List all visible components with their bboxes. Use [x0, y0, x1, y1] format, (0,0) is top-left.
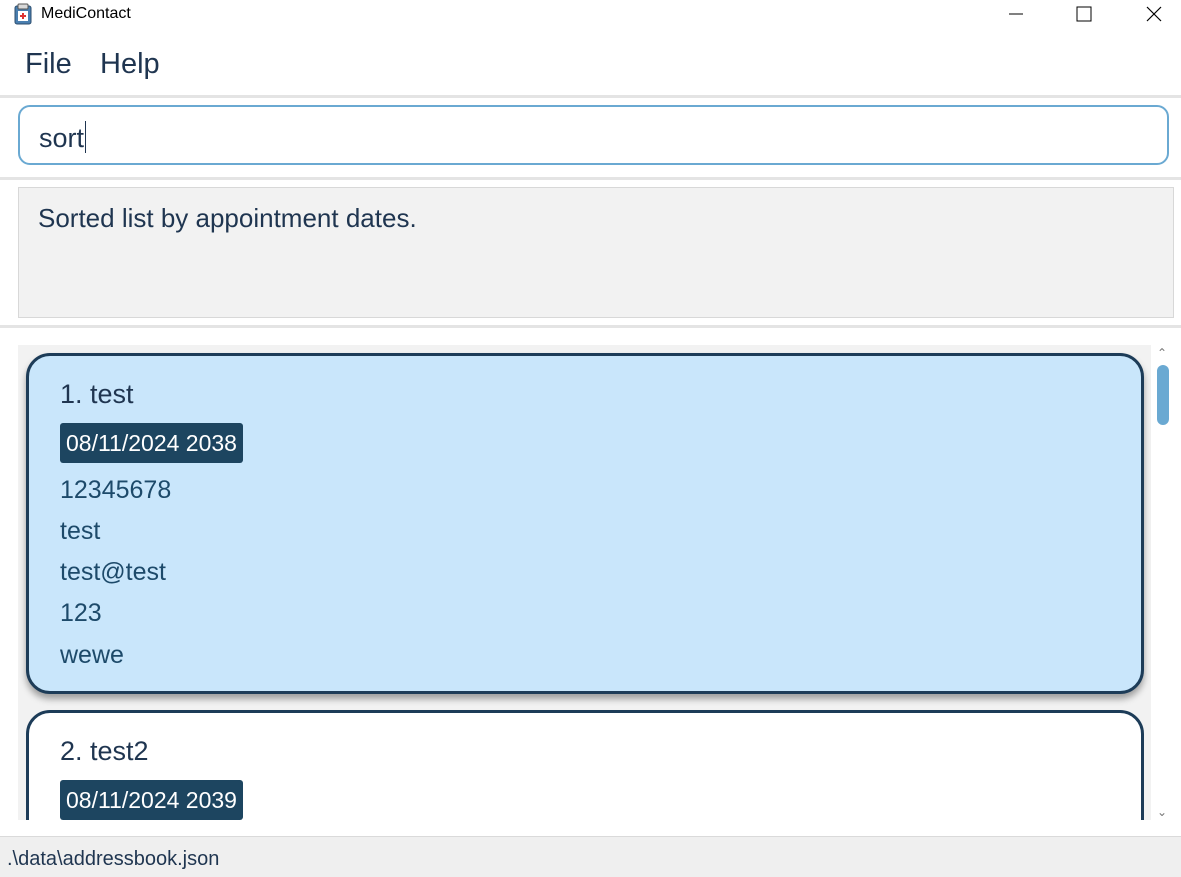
- file-path: .\data\addressbook.json: [7, 848, 220, 870]
- menu-help[interactable]: Help: [100, 48, 160, 81]
- appointment-tag: 08/11/2024 2038: [60, 423, 243, 463]
- contact-email: test@test: [60, 558, 166, 586]
- contact-field: test: [60, 517, 101, 545]
- result-display[interactable]: Sorted list by appointment dates.: [18, 187, 1174, 318]
- minimize-icon[interactable]: [993, 0, 1039, 30]
- scroll-up-icon[interactable]: ⌃: [1157, 346, 1167, 360]
- divider: [0, 325, 1181, 328]
- command-input-text: sort: [39, 123, 85, 153]
- appointment-tag: 08/11/2024 2039: [60, 780, 243, 820]
- scroll-down-icon[interactable]: ⌄: [1157, 805, 1167, 819]
- app-clipboard-icon: [14, 3, 32, 25]
- text-caret: [85, 121, 87, 153]
- contact-card[interactable]: 1. test 08/11/2024 2038 12345678 test te…: [26, 353, 1144, 694]
- contact-card[interactable]: 2. test2 08/11/2024 2039: [26, 710, 1144, 820]
- maximize-icon[interactable]: [1061, 0, 1107, 30]
- close-icon[interactable]: [1131, 0, 1177, 30]
- scrollbar-thumb[interactable]: [1157, 365, 1169, 425]
- window-title: MediContact: [41, 5, 131, 22]
- menu-file[interactable]: File: [25, 48, 72, 81]
- status-bar: .\data\addressbook.json: [0, 836, 1181, 877]
- contact-field: 123: [60, 599, 102, 627]
- contact-field: wewe: [60, 641, 124, 669]
- contact-name: 1. test: [60, 379, 134, 409]
- divider: [0, 177, 1181, 180]
- contact-name: 2. test2: [60, 736, 149, 766]
- contact-list[interactable]: 1. test 08/11/2024 2038 12345678 test te…: [18, 345, 1151, 820]
- result-message: Sorted list by appointment dates.: [38, 203, 417, 233]
- menu-bar: File Help: [0, 40, 1181, 94]
- divider: [0, 95, 1181, 98]
- title-bar: MediContact: [0, 0, 1181, 30]
- contact-phone: 12345678: [60, 476, 172, 504]
- command-input[interactable]: sort: [18, 105, 1169, 165]
